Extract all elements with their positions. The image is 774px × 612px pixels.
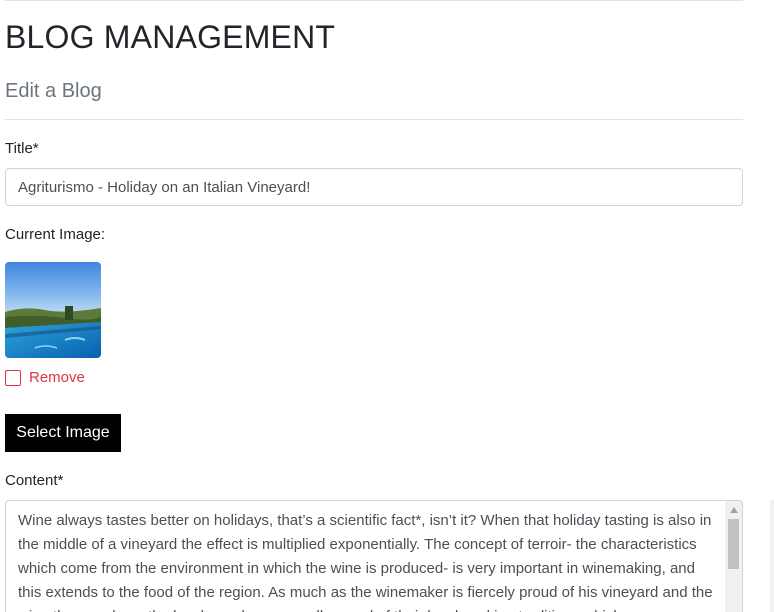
scroll-thumb[interactable] (728, 519, 739, 569)
remove-label: Remove (29, 369, 85, 386)
content-text: Wine always tastes better on holidays, t… (18, 512, 713, 612)
vineyard-pool-photo (5, 262, 101, 358)
remove-checkbox[interactable] (5, 369, 21, 386)
content-textarea[interactable]: Wine always tastes better on holidays, t… (5, 500, 743, 612)
title-label: Title* (5, 140, 39, 157)
blog-edit-page: BLOG MANAGEMENT Edit a Blog Title* Curre… (0, 0, 774, 612)
select-image-button[interactable]: Select Image (5, 414, 121, 452)
top-divider (5, 0, 743, 1)
page-subtitle: Edit a Blog (5, 80, 102, 102)
page-title: BLOG MANAGEMENT (5, 19, 336, 55)
remove-image-option[interactable]: Remove (5, 369, 85, 386)
content-scrollbar[interactable] (725, 501, 742, 612)
triangle-up-icon[interactable] (725, 501, 742, 518)
content-label: Content* (5, 472, 64, 489)
current-image-label: Current Image: (5, 226, 106, 243)
title-input[interactable] (5, 168, 743, 206)
section-divider (5, 119, 743, 120)
page-scrollbar-edge (770, 500, 774, 612)
current-image-thumbnail (5, 262, 101, 358)
